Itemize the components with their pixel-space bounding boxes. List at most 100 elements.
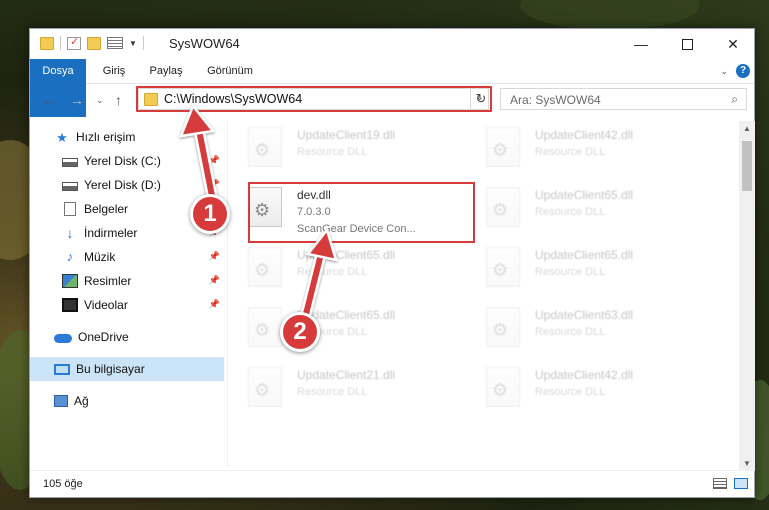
music-icon: ♪ — [66, 249, 74, 264]
file-name: UpdateClient21.dll — [297, 368, 396, 382]
sidebar-item-videos[interactable]: Videolar 📌 — [30, 293, 224, 317]
dll-file-icon — [486, 187, 520, 227]
file-name: UpdateClient63.dll — [535, 308, 634, 322]
pin-icon[interactable]: 📌 — [209, 155, 220, 166]
star-icon: ★ — [56, 130, 68, 145]
search-input[interactable]: Ara: SysWOW64 ⌕ — [500, 88, 747, 110]
file-tile[interactable]: UpdateClient65.dll Resource DLL — [478, 179, 706, 237]
details-view-icon[interactable] — [713, 478, 727, 489]
recent-locations-chevron-icon[interactable]: ⌄ — [96, 95, 104, 106]
minimize-button[interactable]: — — [618, 29, 664, 59]
drive-icon — [62, 157, 78, 167]
pin-icon[interactable]: 📌 — [209, 299, 220, 310]
sidebar-item-label: Hızlı erişim — [76, 130, 136, 144]
ribbon-controls: ⌄ ? — [720, 64, 750, 78]
scrollbar-thumb[interactable] — [742, 141, 752, 191]
document-icon — [64, 202, 76, 216]
title-bar: ▼ SysWOW64 — ✕ — [30, 29, 754, 59]
up-arrow-icon[interactable]: ↑ — [115, 92, 122, 108]
large-icons-view-icon[interactable] — [734, 478, 748, 489]
step-badge-2: 2 — [280, 312, 320, 352]
scroll-up-icon[interactable]: ▲ — [739, 124, 755, 133]
search-placeholder: Ara: SysWOW64 — [510, 93, 601, 107]
sidebar-item-quick-access[interactable]: ★ Hızlı erişim — [30, 125, 224, 149]
window-title: SysWOW64 — [169, 36, 240, 51]
help-icon[interactable]: ? — [736, 64, 750, 78]
file-type: Resource DLL — [297, 146, 368, 158]
file-type: Resource DLL — [535, 326, 606, 338]
file-type: Resource DLL — [535, 266, 606, 278]
pin-icon[interactable]: 📌 — [209, 251, 220, 262]
close-button[interactable]: ✕ — [710, 29, 756, 59]
toolbar-separator — [142, 36, 144, 50]
sidebar-item-this-pc[interactable]: Bu bilgisayar — [30, 357, 224, 381]
file-tile[interactable]: UpdateClient65.dll Resource DLL — [240, 239, 468, 297]
sidebar-item-pictures[interactable]: Resimler 📌 — [30, 269, 224, 293]
navigation-bar: ← → ⌄ ↑ C:\Windows\SysWOW64 ⌄ ↻ Ara: Sys… — [30, 84, 754, 116]
pin-icon[interactable]: 📌 — [209, 275, 220, 286]
sidebar-item-label: Müzik — [84, 250, 116, 264]
dll-file-icon — [486, 367, 520, 407]
tab-view[interactable]: Görünüm — [200, 59, 260, 83]
dll-file-icon — [486, 307, 520, 347]
pin-icon[interactable]: 📌 — [209, 179, 220, 190]
tab-share[interactable]: Paylaş — [142, 59, 190, 83]
file-type: Resource DLL — [297, 266, 368, 278]
expand-ribbon-chevron-icon[interactable]: ⌄ — [720, 66, 728, 77]
file-type: Resource DLL — [535, 386, 606, 398]
file-tile[interactable]: UpdateClient21.dll Resource DLL — [240, 359, 468, 417]
sidebar-item-local-disk-c[interactable]: Yerel Disk (C:) 📌 — [30, 149, 224, 173]
file-tile[interactable]: UpdateClient42.dll Resource DLL — [478, 119, 706, 177]
sidebar-item-label: Yerel Disk (D:) — [84, 178, 161, 192]
file-tile[interactable]: UpdateClient63.dll Resource DLL — [478, 299, 706, 357]
step-badge-1: 1 — [190, 194, 230, 234]
file-tile[interactable]: UpdateClient65.dll Resource DLL — [240, 299, 468, 357]
toolbar-separator — [60, 36, 61, 50]
computer-icon — [54, 363, 70, 375]
network-icon — [54, 395, 68, 407]
file-tile[interactable]: UpdateClient19.dll Resource DLL — [240, 119, 468, 177]
file-name: UpdateClient65.dll — [535, 248, 634, 262]
properties-icon[interactable] — [67, 35, 81, 50]
new-folder-icon[interactable] — [87, 36, 101, 50]
view-menu-icon[interactable] — [107, 37, 123, 49]
sidebar-item-label: Yerel Disk (C:) — [84, 154, 161, 168]
customize-toolbar-caret-icon[interactable]: ▼ — [129, 39, 137, 48]
scroll-down-icon[interactable]: ▼ — [739, 459, 755, 468]
file-name: UpdateClient19.dll — [297, 128, 396, 142]
sidebar-item-network[interactable]: Ağ — [30, 389, 224, 413]
explorer-window: ▼ SysWOW64 — ✕ Dosya Giriş Paylaş Görünü… — [29, 28, 755, 498]
pictures-icon — [62, 274, 78, 288]
sidebar-item-label: Resimler — [84, 274, 132, 288]
file-name: UpdateClient65.dll — [535, 188, 634, 202]
dll-file-icon — [248, 367, 282, 407]
file-type: Resource DLL — [297, 386, 368, 398]
dll-file-icon — [248, 247, 282, 287]
dll-file-icon — [248, 307, 282, 347]
back-arrow-icon[interactable]: ← — [42, 92, 56, 108]
file-tile[interactable]: UpdateClient65.dll Resource DLL — [478, 239, 706, 297]
tab-home[interactable]: Giriş — [92, 59, 136, 83]
pane-splitter[interactable] — [227, 121, 228, 466]
sidebar-item-onedrive[interactable]: OneDrive — [30, 325, 224, 349]
sidebar-item-local-disk-d[interactable]: Yerel Disk (D:) 📌 — [30, 173, 224, 197]
sidebar-item-label: İndirmeler — [84, 226, 138, 240]
dll-file-icon — [486, 247, 520, 287]
item-count: 105 öğe — [43, 478, 83, 490]
file-tile[interactable]: UpdateClient42.dll Resource DLL — [478, 359, 706, 417]
sidebar-item-label: Videolar — [84, 298, 128, 312]
vertical-scrollbar[interactable]: ▲ ▼ — [739, 121, 755, 471]
sidebar-item-music[interactable]: ♪ Müzik 📌 — [30, 245, 224, 269]
file-type: Resource DLL — [535, 206, 606, 218]
folder-icon — [40, 36, 54, 50]
file-name: UpdateClient42.dll — [535, 128, 634, 142]
sidebar-item-label: Belgeler — [84, 202, 129, 216]
file-highlight-box — [248, 182, 475, 243]
wallpaper-blob — [520, 0, 700, 30]
forward-arrow-icon[interactable]: → — [70, 92, 84, 108]
maximize-button[interactable] — [664, 29, 710, 59]
dll-file-icon — [486, 127, 520, 167]
navigation-pane: ★ Hızlı erişim Yerel Disk (C:) 📌 Yerel D… — [30, 121, 224, 466]
sidebar-item-label: OneDrive — [78, 330, 129, 344]
cloud-icon — [54, 333, 72, 343]
